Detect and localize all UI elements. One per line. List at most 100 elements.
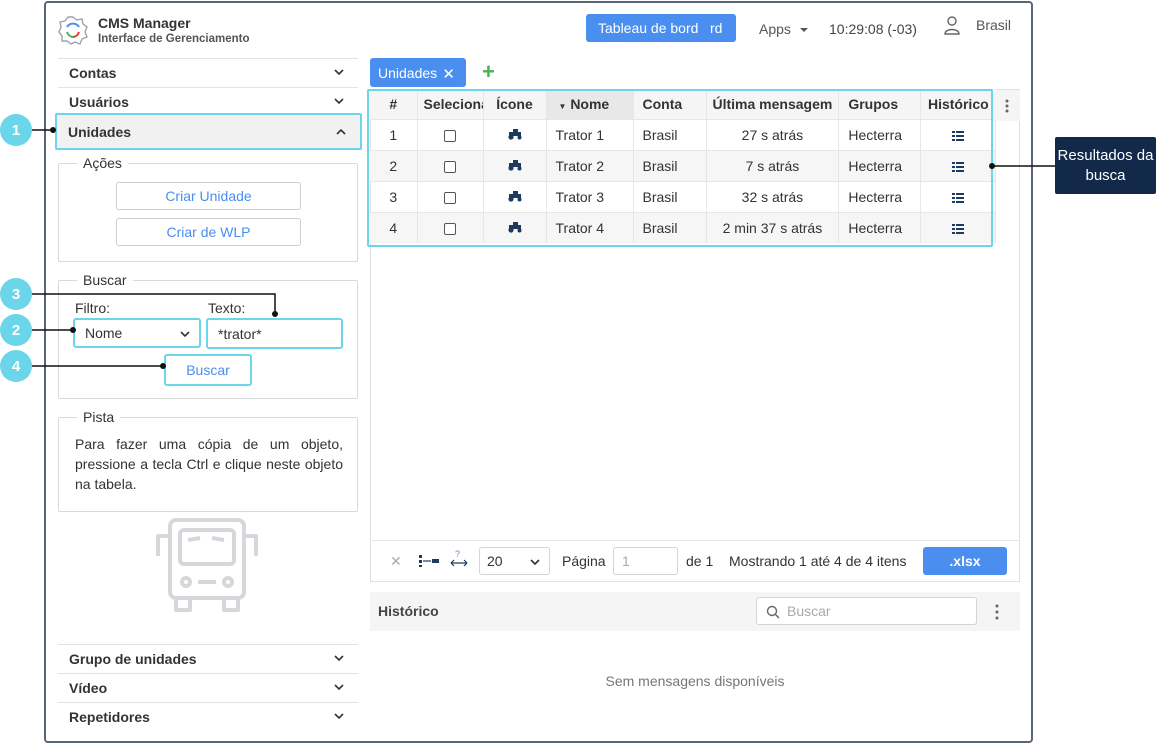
row-checkbox[interactable] — [444, 160, 456, 173]
page-number-input[interactable]: 1 — [613, 547, 678, 575]
row-name: Trator 4 — [546, 211, 634, 243]
table-row[interactable]: 3 Trator 3 Brasil 32 s atrás Hecterra — [370, 180, 997, 212]
tractor-icon — [507, 221, 521, 233]
units-table: # Seleciona Ícone ▼ Nome Conta Última me… — [370, 89, 997, 243]
tractor-icon — [507, 190, 521, 202]
filter-value: Nome — [85, 325, 123, 341]
resize-columns-icon[interactable]: ? — [450, 549, 468, 569]
create-unit-button[interactable]: Criar Unidade — [116, 182, 301, 210]
row-icon — [483, 211, 547, 243]
row-groups: Hecterra — [838, 211, 922, 243]
user-icon[interactable] — [943, 15, 961, 35]
hint-panel: Pista Para fazer uma cópia de um objeto,… — [58, 409, 358, 512]
export-xlsx-button[interactable]: .xlsx — [923, 547, 1007, 575]
tab-unidades[interactable]: Unidades ✕ — [370, 58, 466, 87]
annotation-badge-4: 4 — [0, 350, 32, 382]
table-row[interactable]: 1 Trator 1 Brasil 27 s atrás Hecterra — [370, 118, 997, 150]
svg-text:?: ? — [455, 549, 460, 559]
row-icon — [483, 118, 547, 150]
apps-label: Apps — [759, 21, 791, 37]
sidebar-item-video[interactable]: Vídeo — [58, 673, 358, 702]
row-checkbox[interactable] — [444, 129, 456, 142]
tractor-icon — [507, 159, 521, 171]
clock: 10:29:08 (-03) — [829, 21, 917, 37]
sort-desc-icon: ▼ — [558, 101, 567, 111]
column-header-number[interactable]: # — [370, 89, 418, 119]
close-tab-icon[interactable]: ✕ — [442, 65, 455, 83]
row-history — [920, 118, 997, 150]
chevron-down-icon — [334, 713, 344, 720]
row-account: Brasil — [633, 118, 707, 150]
filter-select[interactable]: Nome — [73, 318, 201, 348]
sidebar-item-unidades[interactable]: Unidades — [55, 113, 362, 150]
history-title: Histórico — [378, 603, 439, 619]
column-header-last-message[interactable]: Última mensagem — [706, 89, 840, 119]
row-checkbox[interactable] — [444, 223, 456, 236]
sidebar-item-label: Contas — [69, 65, 117, 81]
row-groups: Hecterra — [838, 118, 922, 150]
chevron-down-icon — [334, 684, 344, 691]
row-checkbox[interactable] — [444, 191, 456, 204]
column-header-select[interactable]: Seleciona — [417, 89, 484, 119]
row-account: Brasil — [633, 180, 707, 212]
column-header-icon[interactable]: Ícone — [483, 89, 547, 119]
row-last-message: 2 min 37 s atrás — [706, 211, 840, 243]
sidebar-item-contas[interactable]: Contas — [58, 58, 358, 87]
annotation-badge-3: 3 — [0, 278, 32, 310]
history-list-icon[interactable] — [952, 130, 965, 141]
page-label: Página — [562, 553, 606, 569]
chevron-up-icon — [336, 128, 346, 135]
page-size-select[interactable]: 20 — [479, 547, 550, 575]
dashboard-button[interactable]: Tableau de bord rd — [586, 14, 736, 42]
history-list-icon[interactable] — [952, 192, 965, 203]
clear-filter-icon[interactable]: ✕ — [390, 553, 402, 570]
filter-label: Filtro: — [75, 300, 110, 316]
apps-menu[interactable]: Apps — [759, 21, 808, 37]
table-row[interactable]: 2 Trator 2 Brasil 7 s atrás Hecterra — [370, 149, 997, 181]
row-last-message: 32 s atrás — [706, 180, 840, 212]
history-list-icon[interactable] — [952, 161, 965, 172]
row-select — [417, 180, 484, 212]
user-name[interactable]: Brasil — [976, 17, 1011, 33]
row-name: Trator 3 — [546, 180, 634, 212]
table-options-icon[interactable] — [993, 90, 1020, 121]
history-options-icon[interactable] — [990, 603, 1004, 621]
column-header-name-label: Nome — [570, 95, 610, 112]
app-window: CMS Manager Interface de Gerenciamento T… — [44, 1, 1033, 743]
add-tab-icon[interactable]: + — [482, 61, 495, 83]
row-groups: Hecterra — [838, 180, 922, 212]
row-number: 1 — [370, 118, 418, 150]
column-header-name[interactable]: ▼ Nome — [546, 89, 634, 119]
sidebar-item-usuarios[interactable]: Usuários — [58, 87, 358, 116]
row-history — [920, 149, 997, 181]
history-search-input[interactable]: Buscar — [756, 597, 977, 625]
row-name: Trator 2 — [546, 149, 634, 181]
results-callout: Resultados da busca — [1055, 137, 1156, 194]
history-list-icon[interactable] — [952, 224, 965, 235]
create-from-wlp-button[interactable]: Criar de WLP — [116, 218, 301, 246]
table-row[interactable]: 4 Trator 4 Brasil 2 min 37 s atrás Hecte… — [370, 211, 997, 243]
sidebar-item-label: Repetidores — [69, 709, 150, 725]
app-subtitle: Interface de Gerenciamento — [98, 33, 250, 45]
sidebar-item-grupo-unidades[interactable]: Grupo de unidades — [58, 644, 358, 673]
caret-down-icon — [799, 28, 808, 33]
column-header-history[interactable]: Histórico — [920, 89, 997, 119]
page-total: de 1 — [686, 553, 714, 569]
search-text-input[interactable]: *trator* — [206, 318, 343, 349]
group-columns-icon[interactable] — [419, 555, 439, 567]
row-name: Trator 1 — [546, 118, 634, 150]
app-title: CMS Manager — [98, 15, 191, 31]
row-history — [920, 211, 997, 243]
row-account: Brasil — [633, 149, 707, 181]
chevron-down-icon — [180, 331, 190, 338]
column-header-groups[interactable]: Grupos — [838, 89, 922, 119]
column-header-account[interactable]: Conta — [633, 89, 707, 119]
results-table-area: # Seleciona Ícone ▼ Nome Conta Última me… — [370, 89, 1020, 582]
search-button[interactable]: Buscar — [164, 354, 252, 386]
bus-icon — [156, 518, 258, 612]
row-last-message: 7 s atrás — [706, 149, 840, 181]
row-select — [417, 118, 484, 150]
sidebar-item-repetidores[interactable]: Repetidores — [58, 702, 358, 731]
row-number: 3 — [370, 180, 418, 212]
dashboard-suffix: rd — [710, 20, 723, 36]
